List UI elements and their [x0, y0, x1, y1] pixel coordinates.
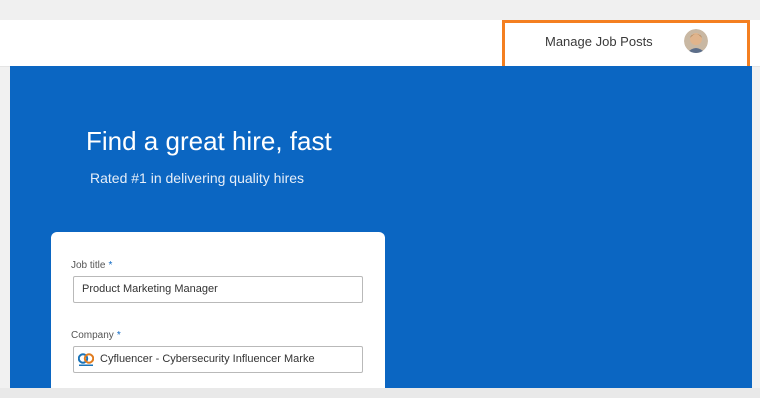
- job-title-label: Job title *: [71, 260, 113, 271]
- user-avatar-icon[interactable]: [684, 29, 708, 53]
- required-marker: *: [108, 260, 113, 271]
- job-title-input[interactable]: Product Marketing Manager: [73, 276, 363, 303]
- job-post-form-card: Job title * Product Marketing Manager Com…: [51, 232, 385, 388]
- company-input[interactable]: Cyfluencer - Cybersecurity Influencer Ma…: [73, 346, 363, 373]
- hero-title: Find a great hire, fast: [86, 126, 332, 156]
- required-marker: *: [116, 330, 121, 341]
- browser-top-strip: [0, 0, 760, 20]
- company-value: Cyfluencer - Cybersecurity Influencer Ma…: [100, 353, 315, 365]
- bottom-strip: [0, 388, 760, 398]
- top-navigation-bar: Manage Job Posts: [0, 20, 760, 67]
- hero-subtitle: Rated #1 in delivering quality hires: [90, 170, 305, 186]
- hero-section: Find a great hire, fast Rated #1 in deli…: [10, 66, 752, 388]
- company-logo-icon: [77, 352, 95, 367]
- manage-job-posts-link[interactable]: Manage Job Posts: [545, 34, 653, 49]
- company-label: Company *: [71, 330, 121, 341]
